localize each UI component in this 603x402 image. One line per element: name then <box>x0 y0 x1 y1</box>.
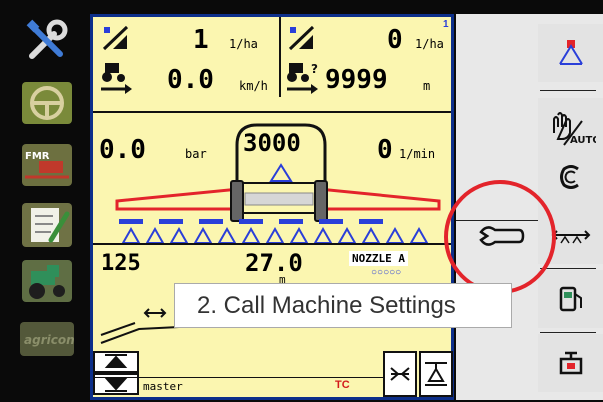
application-rate-2-value: 0 <box>387 25 403 55</box>
sprayer-main-panel: 1 1/ha 0 1/ha 1 0.0 km/h ? 9999 m 0.0 ba… <box>90 14 454 400</box>
pressure-value: 0.0 <box>99 135 146 165</box>
tractor-icon[interactable] <box>18 256 76 306</box>
boom-left-value: 125 <box>101 251 141 276</box>
nozzle-indicator: ○○○○○ <box>371 267 402 278</box>
divider <box>279 17 281 97</box>
divider <box>540 332 596 333</box>
checklist-icon[interactable] <box>18 200 76 250</box>
left-sidebar: FMR agricon <box>0 0 88 400</box>
tractor-distance-icon: ? <box>285 61 325 95</box>
divider <box>540 90 596 91</box>
tc-badge: TC <box>335 379 350 391</box>
boom-fold-button[interactable] <box>419 351 453 397</box>
fmr-sprayer-icon[interactable]: FMR <box>18 140 76 190</box>
tractor-speed-icon <box>99 61 135 95</box>
speed-unit: km/h <box>239 79 268 93</box>
divider <box>93 111 451 113</box>
boom-nozzle-icon[interactable] <box>538 24 603 82</box>
nozzle-sections <box>113 219 443 245</box>
auto-label: AUTO <box>570 135 596 146</box>
valve-icon[interactable] <box>538 334 603 392</box>
pressure-unit: bar <box>185 147 207 161</box>
flow-unit: 1/min <box>399 147 436 161</box>
distance-value: 9999 <box>325 65 388 95</box>
flow-value: 0 <box>377 135 393 165</box>
divider <box>540 268 596 269</box>
tank-volume-value: 3000 <box>243 129 301 157</box>
fuel-pump-icon[interactable] <box>538 270 603 328</box>
agricon-logo[interactable]: agricon <box>18 314 76 364</box>
superscript-index: 1 <box>443 19 449 30</box>
callout-label: 2. Call Machine Settings <box>174 283 512 328</box>
svg-text:agricon: agricon <box>24 333 75 347</box>
speed-value: 0.0 <box>167 65 214 95</box>
rate-nozzle-icon-2 <box>287 25 317 51</box>
calibrate-icon[interactable] <box>538 148 603 206</box>
divider <box>93 243 451 245</box>
working-width-value: 27.0 <box>245 249 303 277</box>
svg-text:?: ? <box>311 62 318 76</box>
section-cut-button[interactable] <box>383 351 417 397</box>
nozzle-label[interactable]: NOZZLE A <box>349 251 408 266</box>
rate-nozzle-icon <box>101 25 131 51</box>
highlight-circle <box>444 180 556 294</box>
application-rate-unit: 1/ha <box>229 37 258 51</box>
distance-unit: m <box>423 79 431 93</box>
status-text: master <box>143 380 183 393</box>
section-updown-button[interactable] <box>93 351 141 397</box>
tools-icon[interactable] <box>18 16 76 66</box>
application-rate-value: 1 <box>193 25 209 55</box>
application-rate-2-unit: 1/ha <box>415 37 444 51</box>
divider <box>93 377 383 378</box>
steering-wheel-icon[interactable] <box>18 78 76 128</box>
svg-text:FMR: FMR <box>25 151 50 162</box>
